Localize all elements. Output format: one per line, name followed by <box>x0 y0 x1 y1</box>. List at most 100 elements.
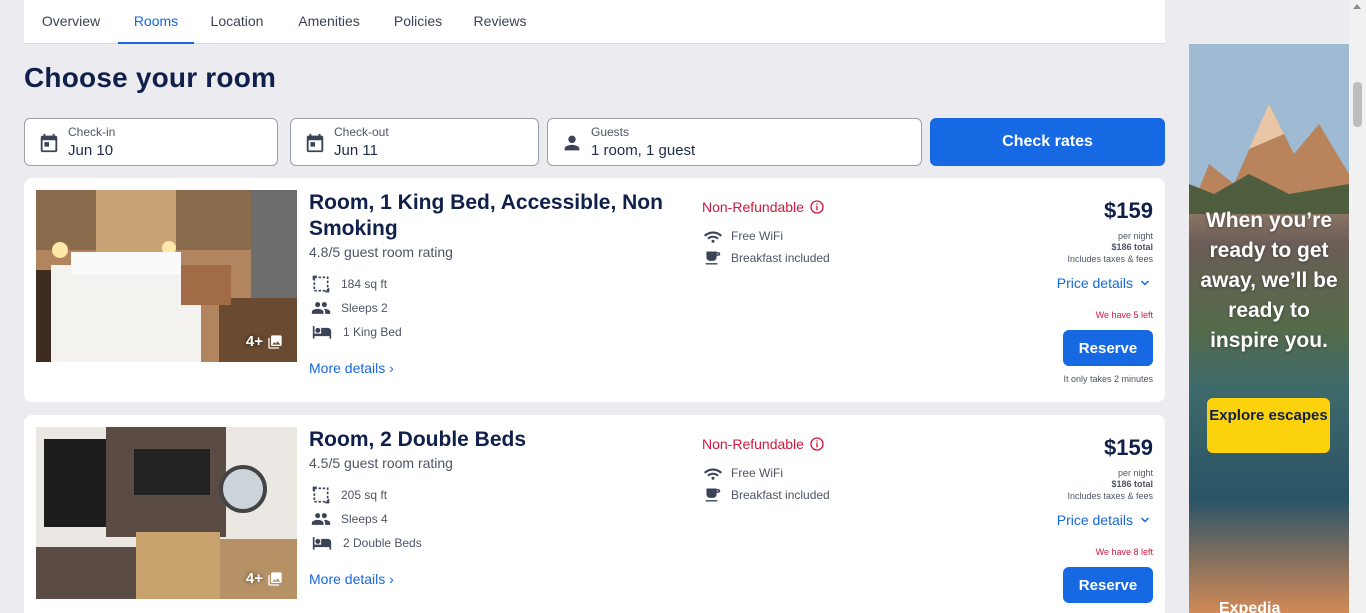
room-sleeps: Sleeps 4 <box>311 509 388 529</box>
room-size-label: 205 sq ft <box>341 488 388 502</box>
people-icon <box>311 513 331 525</box>
room-beds: 2 Double Beds <box>311 533 422 553</box>
room-sleeps-label: Sleeps 4 <box>341 512 388 526</box>
refund-policy: Non-Refundable <box>702 436 825 452</box>
photo-count[interactable]: 4+ <box>246 333 283 350</box>
amenity-breakfast: Breakfast included <box>704 487 830 503</box>
availability-note: We have 8 left <box>1095 547 1153 557</box>
info-icon[interactable] <box>809 199 825 215</box>
tab-overview[interactable]: Overview <box>40 0 102 44</box>
more-details-label: More details <box>309 571 386 587</box>
page-scrollbar[interactable] <box>1349 0 1366 613</box>
tab-amenities[interactable]: Amenities <box>297 0 361 44</box>
price-details-toggle[interactable]: Price details <box>1057 275 1151 291</box>
reserve-button[interactable]: Reserve <box>1063 567 1153 603</box>
photo-count[interactable]: 4+ <box>246 570 283 587</box>
wifi-icon <box>704 231 722 243</box>
chevron-down-icon <box>1140 280 1150 286</box>
room-card: 4+ Room, 1 King Bed, Accessible, Non Smo… <box>24 178 1165 402</box>
advertisement[interactable]: When you’re ready to get away, we’ll be … <box>1189 44 1349 613</box>
room-size: 205 sq ft <box>311 485 387 505</box>
tab-location[interactable]: Location <box>210 0 264 44</box>
room-beds-label: 1 King Bed <box>343 325 402 339</box>
bed-icon <box>312 537 332 550</box>
room-photo[interactable]: 4+ <box>36 427 297 599</box>
amenity-wifi: Free WiFi <box>704 228 783 244</box>
amenity-wifi-label: Free WiFi <box>731 466 783 480</box>
reserve-time-note: It only takes 2 minutes <box>1063 374 1153 384</box>
taxes-note: Includes taxes & fees <box>1067 491 1153 501</box>
room-beds-label: 2 Double Beds <box>343 536 422 550</box>
per-night: per night <box>1117 231 1153 241</box>
check-rates-button[interactable]: Check rates <box>930 118 1165 166</box>
room-size-label: 184 sq ft <box>341 277 388 291</box>
person-icon <box>564 135 580 151</box>
amenity-breakfast-label: Breakfast included <box>731 488 830 502</box>
availability-note: We have 5 left <box>1095 310 1153 320</box>
calendar-icon <box>306 133 324 153</box>
price-details-toggle[interactable]: Price details <box>1057 512 1151 528</box>
guests-value: 1 room, 1 guest <box>591 142 696 159</box>
room-size: 184 sq ft <box>311 274 387 294</box>
amenity-wifi: Free WiFi <box>704 465 783 481</box>
tab-rooms[interactable]: Rooms <box>118 0 194 44</box>
more-details-link[interactable]: More details › <box>309 360 394 376</box>
checkout-label: Check-out <box>334 125 389 139</box>
chevron-right-icon: › <box>389 571 394 587</box>
scroll-thumb[interactable] <box>1353 82 1362 127</box>
area-icon <box>312 486 330 504</box>
refund-policy: Non-Refundable <box>702 199 825 215</box>
tab-bar: Overview Rooms Location Amenities Polici… <box>24 0 1165 44</box>
calendar-icon <box>40 133 58 153</box>
room-sleeps-label: Sleeps 2 <box>341 301 388 315</box>
room-photo[interactable]: 4+ <box>36 190 297 362</box>
checkin-label: Check-in <box>68 125 116 139</box>
coffee-icon <box>705 251 721 265</box>
refund-policy-label: Non-Refundable <box>702 199 804 215</box>
room-name: Room, 1 King Bed, Accessible, Non Smokin… <box>309 191 663 240</box>
total-price: $186 total <box>1111 479 1153 489</box>
room-rating: 4.8/5 guest room rating <box>309 244 453 260</box>
amenity-wifi-label: Free WiFi <box>731 229 783 243</box>
room-rating: 4.5/5 guest room rating <box>309 455 453 471</box>
price-details-label: Price details <box>1056 275 1133 291</box>
people-icon <box>311 302 331 314</box>
refund-policy-label: Non-Refundable <box>702 436 804 452</box>
ad-headline: When you’re ready to get away, we’ll be … <box>1200 209 1338 352</box>
bed-icon <box>312 326 332 339</box>
area-icon <box>312 275 330 293</box>
taxes-note: Includes taxes & fees <box>1067 254 1153 264</box>
room-name: Room, 2 Double Beds <box>309 428 527 451</box>
guests-label: Guests <box>591 125 630 139</box>
tab-reviews[interactable]: Reviews <box>473 0 527 44</box>
per-night: per night <box>1117 468 1153 478</box>
photo-count-label: 4+ <box>245 570 263 587</box>
chevron-down-icon <box>1140 517 1150 523</box>
gallery-icon <box>268 334 282 349</box>
guests-field[interactable]: Guests 1 room, 1 guest <box>547 118 922 166</box>
checkin-value: Jun 10 <box>68 142 114 159</box>
price-details-label: Price details <box>1056 512 1133 528</box>
room-card: 4+ Room, 2 Double Beds 4.5/5 guest room … <box>24 415 1165 613</box>
room-sleeps: Sleeps 2 <box>311 298 388 318</box>
room-beds: 1 King Bed <box>311 322 402 342</box>
total-price: $186 total <box>1111 242 1153 252</box>
amenity-breakfast-label: Breakfast included <box>731 251 830 265</box>
coffee-icon <box>705 488 721 502</box>
price: $159 <box>1104 435 1153 460</box>
more-details-link[interactable]: More details › <box>309 571 394 587</box>
explore-escapes-button[interactable]: Explore escapes <box>1207 398 1330 453</box>
expedia-logo: Expedia <box>1219 600 1281 613</box>
reserve-button[interactable]: Reserve <box>1063 330 1153 366</box>
ad-mountain-image <box>1189 44 1349 214</box>
tab-policies[interactable]: Policies <box>393 0 443 44</box>
checkin-field[interactable]: Check-in Jun 10 <box>24 118 278 166</box>
scroll-up-arrow[interactable] <box>1353 4 1361 9</box>
more-details-label: More details <box>309 360 386 376</box>
gallery-icon <box>268 571 282 586</box>
checkout-value: Jun 11 <box>334 142 378 159</box>
info-icon[interactable] <box>809 436 825 452</box>
checkout-field[interactable]: Check-out Jun 11 <box>290 118 539 166</box>
wifi-icon <box>704 468 722 480</box>
chevron-right-icon: › <box>389 360 394 376</box>
